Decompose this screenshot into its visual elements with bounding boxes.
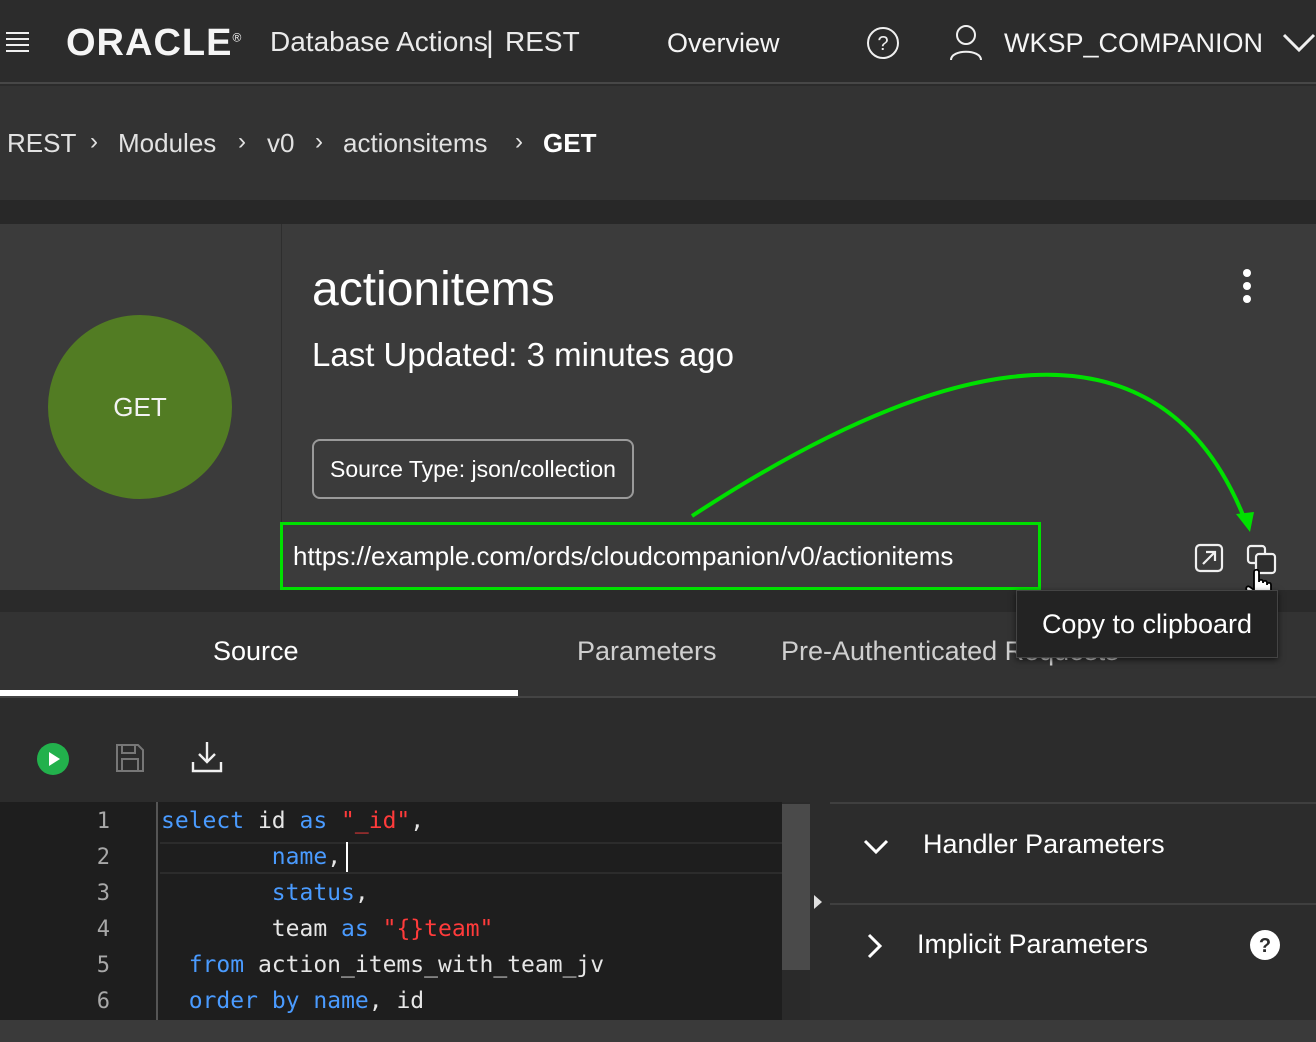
header-separator: | [486,26,494,59]
caret-right-icon[interactable] [812,893,824,911]
line-number: 5 [96,953,110,978]
chevron-down-icon[interactable] [1282,30,1316,56]
code-line: select id as "_id", [161,808,438,834]
divider [0,200,1316,224]
handler-title: actionitems [312,263,555,316]
method-badge: GET [48,315,232,499]
copy-tooltip: Copy to clipboard [1016,590,1278,658]
last-updated: Last Updated: 3 minutes ago [312,336,734,373]
method-column: GET [0,224,282,590]
active-tab-indicator [0,690,518,696]
breadcrumb-actionsitems[interactable]: actionsitems [343,128,488,159]
breadcrumb: REST › Modules › v0 › actionsitems › GET [0,86,1316,200]
code-line: order by name, id [188,988,425,1014]
help-circle-icon[interactable]: ? [866,26,900,60]
tab-source[interactable]: Source [213,636,299,667]
handler-parameters-header[interactable]: Handler Parameters [923,829,1165,860]
breadcrumb-current: GET [543,128,597,158]
code-line: name, [271,844,342,870]
help-circle-icon[interactable]: ? [1249,929,1281,961]
overview-link[interactable]: Overview [667,28,780,59]
svg-text:?: ? [877,33,888,55]
oracle-logo: ORACLE® [66,22,243,64]
breadcrumb-separator: › [90,128,98,155]
breadcrumb-rest[interactable]: REST [7,128,76,159]
open-in-new-icon[interactable] [1194,543,1224,573]
line-number: 2 [96,845,110,870]
tab-parameters[interactable]: Parameters [577,636,717,667]
line-number: 4 [96,917,110,942]
chevron-down-icon[interactable] [862,834,890,858]
breadcrumb-modules[interactable]: Modules [118,128,216,159]
divider [830,802,1316,804]
app-title: Database Actions [270,26,488,57]
play-icon[interactable] [36,742,70,776]
app-section: REST [505,26,580,57]
source-type-chip: Source Type: json/collection [312,439,634,499]
implicit-parameters-header[interactable]: Implicit Parameters [917,929,1148,960]
chevron-right-icon[interactable] [862,932,886,960]
handler-url: https://example.com/ords/cloudcompanion/… [280,522,1041,590]
code-line: status, [271,880,369,906]
breadcrumb-v0[interactable]: v0 [267,128,294,159]
text-caret [346,842,348,872]
line-number: 3 [96,881,110,906]
username[interactable]: WKSP_COMPANION [1004,28,1263,59]
breadcrumb-separator: › [515,128,523,155]
svg-text:?: ? [1259,935,1271,957]
code-line: team as "{}team" [271,916,494,942]
hamburger-icon[interactable] [6,32,30,52]
line-number: 1 [96,809,110,834]
panel-splitter[interactable] [810,802,830,1020]
download-icon[interactable] [190,740,224,774]
save-icon[interactable] [114,742,146,774]
user-icon[interactable] [948,22,984,62]
kebab-icon[interactable] [1240,268,1254,304]
breadcrumb-separator: › [315,128,323,155]
status-strip [0,1020,1316,1042]
divider [830,903,1316,905]
breadcrumb-separator: › [238,128,246,155]
line-gutter [0,802,158,1020]
line-number: 6 [96,989,110,1014]
code-line: from action_items_with_team_jv [188,952,605,978]
scrollbar-thumb[interactable] [782,804,810,970]
